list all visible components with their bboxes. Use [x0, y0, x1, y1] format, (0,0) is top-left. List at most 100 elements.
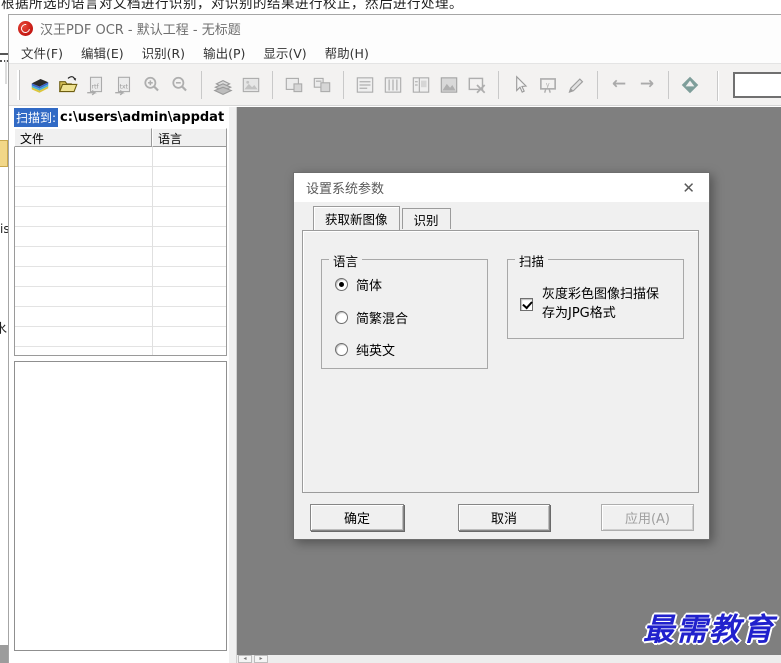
menu-recognize[interactable]: 识别(R) [133, 41, 194, 64]
panel-splitter[interactable] [229, 107, 237, 663]
menu-output[interactable]: 输出(P) [194, 41, 254, 64]
toolbar-separator [597, 70, 598, 99]
background-artifact [0, 140, 8, 167]
view-text-icon[interactable] [351, 71, 379, 99]
radio-checked-icon [335, 278, 348, 291]
column-header-language[interactable]: 语言 [152, 128, 227, 147]
scan-group: 扫描 灰度彩色图像扫描保存为JPG格式 [507, 251, 684, 339]
background-text-fragment: 水 [0, 322, 8, 337]
toolbar-text-input[interactable] [733, 72, 781, 98]
column-header-file[interactable]: 文件 [14, 128, 152, 147]
table-row[interactable] [15, 187, 226, 207]
checkbox-label: 灰度彩色图像扫描保存为JPG格式 [542, 287, 660, 321]
export-txt-icon[interactable]: txt [110, 71, 138, 99]
horizontal-scrollbar[interactable]: ◂ ▸ [237, 655, 781, 663]
dialog-title: 设置系统参数 [306, 182, 385, 197]
close-icon[interactable]: ✕ [680, 179, 697, 197]
background-artifact [0, 645, 8, 663]
scroll-right-button[interactable]: ▸ [254, 655, 268, 663]
table-row[interactable] [15, 287, 226, 307]
scroll-left-button[interactable]: ◂ [238, 655, 252, 663]
home-logo-icon[interactable] [676, 71, 704, 99]
recognize-stack-icon[interactable] [209, 71, 237, 99]
tile-two-icon[interactable] [308, 71, 336, 99]
tile-one-icon[interactable] [280, 71, 308, 99]
checkbox-checked-icon [520, 298, 533, 312]
radio-label: 简繁混合 [356, 312, 409, 327]
radio-label: 简体 [356, 279, 383, 294]
menu-edit[interactable]: 编辑(E) [72, 41, 133, 64]
select-region-icon[interactable]: y [534, 71, 562, 99]
toolbar-separator [668, 70, 669, 99]
column-divider [152, 147, 153, 355]
menu-bar: 文件(F) 编辑(E) 识别(R) 输出(P) 显示(V) 帮助(H) [9, 41, 781, 63]
radio-unchecked-icon [335, 311, 348, 324]
open-folder-icon[interactable] [54, 71, 82, 99]
table-row[interactable] [15, 247, 226, 267]
dialog-title-bar[interactable]: 设置系统参数 ✕ [294, 173, 709, 202]
view-columns-icon[interactable] [379, 71, 407, 99]
table-row[interactable] [15, 207, 226, 227]
table-row[interactable] [15, 147, 226, 167]
toolbar-grip[interactable] [17, 69, 20, 100]
tab-acquire-image[interactable]: 获取新图像 [313, 206, 400, 230]
tab-recognition[interactable]: 识别 [401, 208, 451, 229]
file-list[interactable] [14, 147, 227, 356]
screen: 根据所选的语言对文档进行识别，对识别的结果进行校正，然后进行处理。 is 水 汉… [0, 0, 781, 663]
ok-button[interactable]: 确定 [310, 504, 404, 531]
scan-to-row: 扫描到: c:\users\admin\appdat [14, 108, 224, 127]
dialog-tabs: 获取新图像 识别 [313, 206, 451, 230]
table-row[interactable] [15, 327, 226, 347]
settings-dialog: 设置系统参数 ✕ 获取新图像 识别 语言 简体 简繁混合 纯英文 扫描 灰度彩色… [293, 172, 710, 540]
forward-icon[interactable]: → [633, 71, 661, 99]
toolbar-separator [201, 70, 202, 99]
radio-label: 纯英文 [356, 344, 396, 359]
svg-text:txt: txt [120, 83, 129, 90]
radio-english-only[interactable]: 纯英文 [335, 340, 395, 359]
toolbar: rtf txt y ← → [9, 63, 781, 106]
toolbar-separator [272, 70, 273, 99]
table-row[interactable] [15, 167, 226, 187]
window-title: 汉王PDF OCR - 默认工程 - 无标题 [40, 22, 241, 38]
pen-icon[interactable] [562, 71, 590, 99]
language-group: 语言 简体 简繁混合 纯英文 [321, 251, 488, 369]
menu-file[interactable]: 文件(F) [12, 41, 72, 64]
table-row[interactable] [15, 307, 226, 327]
zoom-in-icon[interactable] [138, 71, 166, 99]
view-image-icon[interactable] [435, 71, 463, 99]
delete-region-icon[interactable] [463, 71, 491, 99]
export-rtf-icon[interactable]: rtf [82, 71, 110, 99]
background-artifact [2, 60, 7, 84]
file-list-header: 文件 语言 [14, 128, 227, 147]
scan-group-title: 扫描 [515, 251, 549, 270]
table-row[interactable] [15, 267, 226, 287]
radio-simplified[interactable]: 简体 [335, 275, 382, 294]
tab-page: 语言 简体 简繁混合 纯英文 扫描 灰度彩色图像扫描保存为JPG格式 [302, 230, 699, 493]
apply-button: 应用(A) [601, 504, 694, 531]
image-view-icon[interactable] [237, 71, 265, 99]
menu-help[interactable]: 帮助(H) [316, 41, 378, 64]
cursor-icon[interactable] [506, 71, 534, 99]
jpg-save-checkbox[interactable]: 灰度彩色图像扫描保存为JPG格式 [520, 286, 666, 324]
scan-icon[interactable] [26, 71, 54, 99]
back-icon[interactable]: ← [605, 71, 633, 99]
title-bar: 汉王PDF OCR - 默认工程 - 无标题 [9, 15, 781, 41]
svg-text:rtf: rtf [92, 83, 100, 90]
scan-to-path: c:\users\admin\appdat [60, 110, 225, 125]
cancel-button[interactable]: 取消 [458, 504, 550, 531]
toolbar-separator [498, 70, 499, 99]
language-group-title: 语言 [329, 251, 363, 270]
view-split-icon[interactable] [407, 71, 435, 99]
table-row[interactable] [15, 227, 226, 247]
svg-text:y: y [546, 81, 550, 89]
zoom-out-icon[interactable] [166, 71, 194, 99]
app-logo-icon [18, 20, 33, 36]
radio-simplified-traditional[interactable]: 简繁混合 [335, 308, 408, 327]
thumbnail-pane[interactable] [14, 361, 227, 651]
toolbar-separator [717, 71, 719, 101]
background-cropped-text: 根据所选的语言对文档进行识别，对识别的结果进行校正，然后进行处理。 [1, 0, 463, 12]
radio-unchecked-icon [335, 343, 348, 356]
toolbar-separator [343, 70, 344, 99]
menu-view[interactable]: 显示(V) [254, 41, 315, 64]
scan-to-label: 扫描到: [14, 108, 59, 127]
